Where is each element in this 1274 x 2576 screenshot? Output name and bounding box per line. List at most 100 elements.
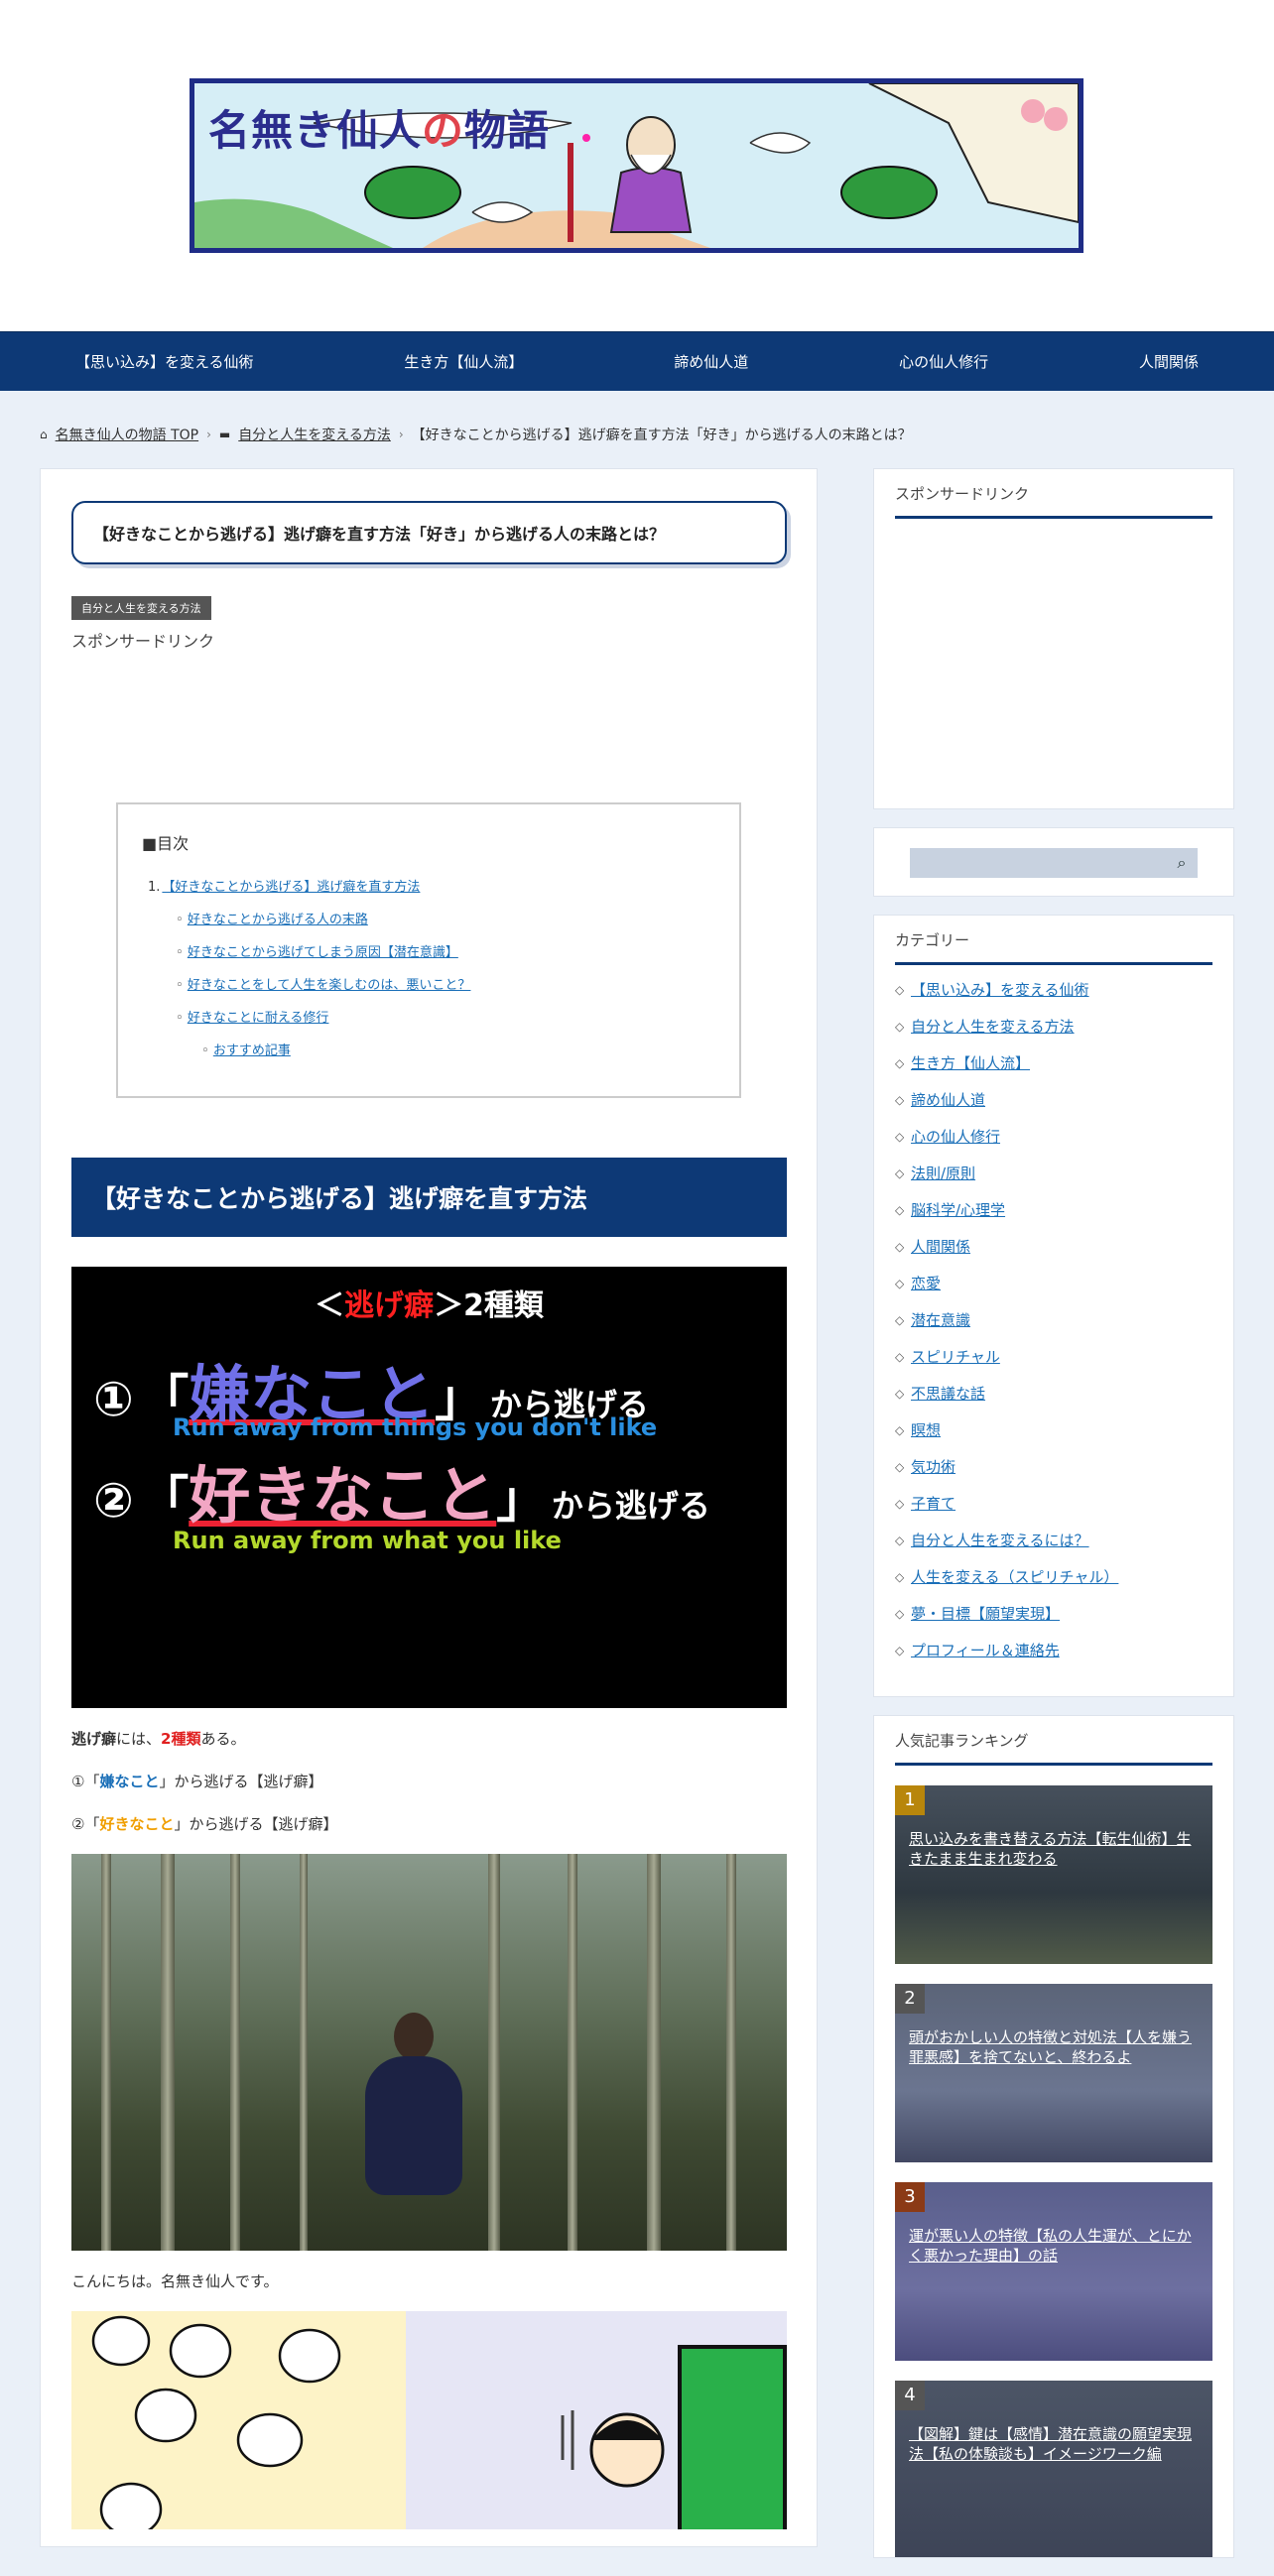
toc-link[interactable]: 好きなことをして人生を楽しむのは、悪いこと？	[188, 978, 471, 993]
category-link[interactable]: 瞑想	[911, 1419, 941, 1440]
person-head	[394, 2013, 434, 2060]
sponsor-label: スポンサードリンク	[71, 632, 215, 651]
toc-link[interactable]: 好きなことから逃げてしまう原因【潜在意識】	[188, 945, 458, 960]
rank-title[interactable]: 運が悪い人の特徴【私の人生運が、とにかく悪かった理由】の話	[909, 2226, 1203, 2266]
toc-link[interactable]: 好きなことから逃げる人の末路	[188, 913, 368, 927]
folder-icon: ◇	[895, 1386, 905, 1401]
category-link[interactable]: プロフィール＆連絡先	[911, 1640, 1060, 1660]
category-link[interactable]: 諦め仙人道	[911, 1089, 985, 1110]
toc-link[interactable]: 【好きなことから逃げる】逃げ癖を直す方法	[162, 880, 420, 895]
bullet-icon: ◦	[176, 913, 188, 927]
toc-link[interactable]: 好きなことに耐える修行	[188, 1011, 329, 1026]
category-item: ◇ プロフィール＆連絡先	[895, 1640, 1212, 1660]
nav-item[interactable]: 諦め仙人道	[654, 351, 768, 372]
category-label[interactable]: 自分と人生を変える方法	[71, 596, 211, 620]
nav-item[interactable]: 人間関係	[1119, 351, 1218, 372]
category-item: ◇ 子育て	[895, 1493, 1212, 1514]
folder-icon: ◇	[895, 1129, 905, 1144]
ranking-item[interactable]: 1 思い込みを書き替える方法【転生仙術】生きたまま生まれ変わる	[895, 1785, 1212, 1964]
folder-icon: ◇	[895, 1459, 905, 1474]
breadcrumb-home[interactable]: 名無き仙人の物語 TOP	[56, 425, 198, 444]
greeting: こんにちは。名無き仙人です。	[71, 2272, 279, 2290]
banner-title-part: の	[422, 106, 465, 155]
category-link[interactable]: 法則/原則	[911, 1163, 975, 1183]
bullet-icon: ◦	[176, 978, 188, 993]
nav-item[interactable]: 【思い込み】を変える仙術	[56, 351, 274, 372]
section-heading: 【好きなことから逃げる】逃げ癖を直す方法	[71, 1158, 787, 1237]
category-link[interactable]: 心の仙人修行	[911, 1126, 1000, 1147]
category-link[interactable]: 生き方【仙人流】	[911, 1052, 1030, 1073]
rank-title[interactable]: 【図解】鍵は【感情】潜在意識の願望実現法【私の体験談も】イメージワーク編	[909, 2424, 1203, 2464]
category-item: ◇ 脳科学/心理学	[895, 1199, 1212, 1220]
folder-icon: ◇	[895, 1606, 905, 1621]
folder-icon: ◇	[895, 982, 905, 997]
rank-title[interactable]: 思い込みを書き替える方法【転生仙術】生きたまま生まれ変わる	[909, 1829, 1203, 1869]
breadcrumb-category[interactable]: 自分と人生を変える方法	[238, 425, 391, 444]
category-item: ◇ 人生を変える（スピリチャル）	[895, 1566, 1212, 1587]
category-link[interactable]: スピリチャル	[911, 1346, 1000, 1367]
cartoon-drawing	[91, 2315, 665, 2529]
category-item: ◇ 人間関係	[895, 1236, 1212, 1257]
category-link[interactable]: 自分と人生を変える方法	[911, 1016, 1075, 1037]
figure-text: から逃げる	[551, 1487, 710, 1525]
category-link[interactable]: 人生を変える（スピリチャル）	[911, 1566, 1118, 1587]
category-item: ◇ 気功術	[895, 1456, 1212, 1477]
rank-number: 1	[895, 1785, 925, 1815]
bamboo-stalk	[568, 1854, 577, 2251]
toc-item: ◦ 好きなことから逃げてしまう原因【潜在意識】	[142, 941, 715, 960]
category-link[interactable]: 不思議な話	[911, 1383, 985, 1404]
toc-item: ◦ 好きなことから逃げる人の末路	[142, 909, 715, 927]
folder-icon: ◇	[895, 1055, 905, 1070]
site-logo-banner[interactable]: 名無き仙人の物語	[190, 78, 1083, 253]
figure-title-part: ＞2種類	[434, 1288, 544, 1323]
widget-title: スポンサードリンク	[895, 483, 1212, 519]
category-link[interactable]: 【思い込み】を変える仙術	[911, 979, 1089, 1000]
rank-title[interactable]: 頭がおかしい人の特徴と対処法【人を嫌う罪悪感】を捨てないと、終わるよ	[909, 2027, 1203, 2067]
toc-link[interactable]: おすすめ記事	[213, 1043, 291, 1058]
category-link[interactable]: 潜在意識	[911, 1309, 970, 1330]
toc-item: ◦ 好きなことに耐える修行	[142, 1007, 715, 1026]
category-link[interactable]: 自分と人生を変えるには？	[911, 1530, 1089, 1550]
paragraph: 逃げ癖には、2種類ある。	[71, 1728, 817, 1749]
bamboo-stalk	[726, 1854, 736, 2251]
figure-row-2: ② 「好きなこと」 から逃げる	[93, 1445, 710, 1534]
category-link[interactable]: 脳科学/心理学	[911, 1199, 1005, 1220]
banner-title-part: 物語	[464, 106, 551, 155]
table-of-contents: ■目次 1. 【好きなことから逃げる】逃げ癖を直す方法 ◦ 好きなことから逃げる人…	[116, 802, 741, 1098]
ranking-item[interactable]: 3 運が悪い人の特徴【私の人生運が、とにかく悪かった理由】の話	[895, 2182, 1212, 2361]
sponsor-widget: スポンサードリンク	[873, 468, 1234, 809]
figure-keyword: 好きなこと	[189, 1459, 497, 1532]
category-item: ◇ 潜在意識	[895, 1309, 1212, 1330]
chevron-right-icon: ›	[398, 428, 404, 441]
category-link[interactable]: 人間関係	[911, 1236, 970, 1257]
category-link[interactable]: 夢・目標【願望実現】	[911, 1603, 1060, 1624]
category-link[interactable]: 恋愛	[911, 1273, 941, 1293]
global-nav: 【思い込み】を変える仙術 生き方【仙人流】 諦め仙人道 心の仙人修行 人間関係	[0, 331, 1274, 391]
category-item: ◇ 夢・目標【願望実現】	[895, 1603, 1212, 1624]
folder-icon: ◇	[895, 1019, 905, 1034]
rank-number: 3	[895, 2182, 925, 2212]
category-link[interactable]: 子育て	[911, 1493, 956, 1514]
toc-item: 1. 【好きなことから逃げる】逃げ癖を直す方法	[142, 876, 715, 895]
folder-icon: ◇	[895, 1202, 905, 1217]
person-body	[365, 2056, 462, 2195]
category-item: ◇ 自分と人生を変える方法	[895, 1016, 1212, 1037]
nav-item[interactable]: 生き方【仙人流】	[384, 351, 543, 372]
toc-item: ◦ おすすめ記事	[142, 1040, 715, 1058]
ranking-item[interactable]: 2 頭がおかしい人の特徴と対処法【人を嫌う罪悪感】を捨てないと、終わるよ	[895, 1984, 1212, 2162]
folder-icon: ◇	[895, 1643, 905, 1657]
sidebar: スポンサードリンク ⌕ カテゴリー ◇ 【思い込み】を変える仙術 ◇ 自分と人生を変…	[873, 468, 1234, 2576]
bamboo-stalk	[300, 1854, 308, 2251]
search-icon[interactable]: ⌕	[1172, 853, 1192, 873]
ranking-item[interactable]: 4 【図解】鍵は【感情】潜在意識の願望実現法【私の体験談も】イメージワーク編	[895, 2381, 1212, 2557]
figure-subtitle-en: Run away from what you like	[173, 1527, 562, 1554]
category-link[interactable]: 気功術	[911, 1456, 956, 1477]
nav-item[interactable]: 心の仙人修行	[879, 351, 1008, 372]
paragraph-text: 」から逃げる【逃げ癖】	[159, 1773, 323, 1790]
folder-icon: ◇	[895, 1092, 905, 1107]
category-item: ◇ 心の仙人修行	[895, 1126, 1212, 1147]
search-input[interactable]: ⌕	[910, 848, 1198, 878]
rank-number: 4	[895, 2381, 925, 2410]
category-item: ◇ 生き方【仙人流】	[895, 1052, 1212, 1073]
search-widget: ⌕	[873, 827, 1234, 897]
